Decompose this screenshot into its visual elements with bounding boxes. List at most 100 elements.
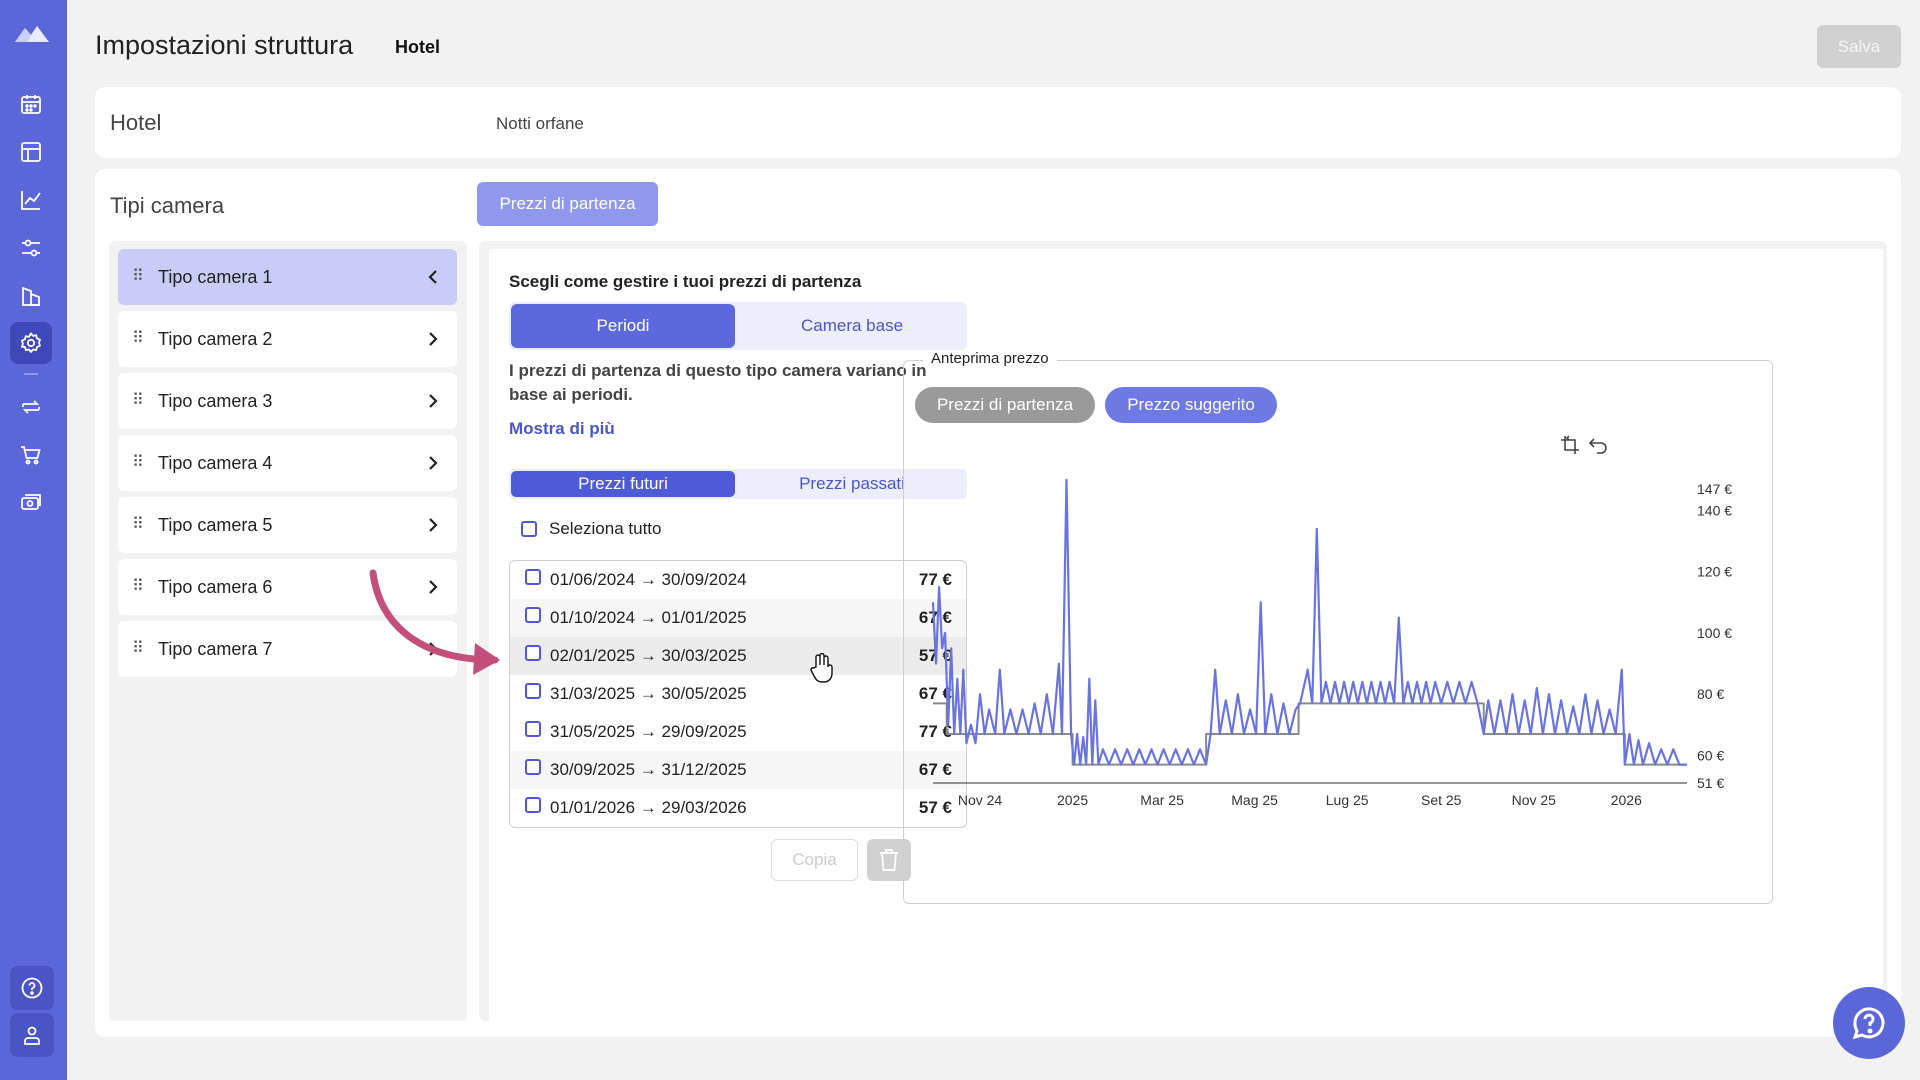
room-type-item[interactable]: ⠿ Tipo camera 4 (118, 435, 457, 491)
sync-arrows-icon[interactable] (10, 386, 52, 428)
hotel-card-title: Hotel (110, 110, 162, 135)
user-icon[interactable] (10, 1013, 54, 1057)
room-type-item[interactable]: ⠿ Tipo camera 1 (118, 249, 457, 305)
period-checkbox[interactable] (525, 683, 541, 699)
price-time-toggle: Prezzi futuri Prezzi passati (509, 469, 967, 499)
period-range: 01/01/2026 → 29/03/2026 (550, 798, 747, 817)
tab-base-prices[interactable]: Prezzi di partenza (477, 182, 658, 226)
room-type-item[interactable]: ⠿ Tipo camera 2 (118, 311, 457, 367)
chevron-right-icon (429, 332, 438, 346)
hotel-card: Hotel Notti orfane (95, 87, 1901, 158)
select-all-label: Seleziona tutto (549, 519, 662, 538)
y-tick-label: 147 € (1697, 481, 1732, 497)
room-type-label: Tipo camera 2 (158, 328, 273, 349)
analytics-icon[interactable] (10, 179, 52, 221)
page-subtitle: Hotel (395, 37, 440, 57)
period-row[interactable]: 31/05/2025 → 29/09/2025 77 € (510, 713, 966, 751)
y-tick-label: 120 € (1697, 564, 1732, 580)
room-type-label: Tipo camera 4 (158, 452, 273, 473)
buildings-icon[interactable] (10, 275, 52, 317)
logo-icon (15, 26, 49, 42)
room-type-label: Tipo camera 3 (158, 390, 273, 411)
copy-button[interactable]: Copia (771, 839, 858, 881)
room-type-item[interactable]: ⠿ Tipo camera 3 (118, 373, 457, 429)
x-tick-label: Mar 25 (1140, 792, 1184, 808)
future-prices-option[interactable]: Prezzi futuri (511, 471, 735, 497)
period-checkbox[interactable] (525, 569, 541, 585)
base-prices-content: Scegli come gestire i tuoi prezzi di par… (489, 249, 1883, 1021)
drag-handle-icon[interactable]: ⠿ (132, 455, 146, 471)
drag-handle-icon[interactable]: ⠿ (132, 579, 146, 595)
chevron-left-icon (428, 270, 437, 284)
chevron-right-icon (429, 518, 438, 532)
period-range: 31/03/2025 → 30/05/2025 (550, 684, 747, 703)
period-checkbox[interactable] (525, 797, 541, 813)
x-tick-label: 2025 (1057, 792, 1088, 808)
period-range: 01/06/2024 → 30/09/2024 (550, 570, 747, 589)
page-title: Impostazioni struttura (95, 30, 354, 60)
drag-handle-icon[interactable]: ⠿ (132, 331, 146, 347)
base-prices-series-toggle[interactable]: Prezzi di partenza (915, 387, 1095, 423)
periods-list: 01/06/2024 → 30/09/2024 77 € 01/10/2024 … (509, 560, 967, 828)
period-row[interactable]: 01/01/2026 → 29/03/2026 57 € (510, 789, 966, 827)
period-checkbox[interactable] (525, 721, 541, 737)
room-type-label: Tipo camera 5 (158, 514, 273, 535)
sliders-icon[interactable] (10, 227, 52, 269)
x-tick-label: Mag 25 (1231, 792, 1278, 808)
room-types-title: Tipi camera (110, 193, 225, 218)
chat-support-button[interactable] (1833, 987, 1905, 1059)
drag-handle-icon[interactable]: ⠿ (132, 393, 146, 409)
period-range: 01/10/2024 → 01/01/2025 (550, 608, 747, 627)
pricing-description: I prezzi di partenza di questo tipo came… (509, 361, 927, 404)
period-row[interactable]: 01/10/2024 → 01/01/2025 67 € (510, 599, 966, 637)
suggested-price-series-toggle[interactable]: Prezzo suggerito (1105, 387, 1277, 423)
room-type-label: Tipo camera 1 (158, 266, 273, 287)
period-row[interactable]: 30/09/2025 → 31/12/2025 67 € (510, 751, 966, 789)
annotation-arrow (369, 569, 500, 675)
undo-icon[interactable] (1587, 434, 1609, 456)
chevron-right-icon (429, 456, 438, 470)
x-tick-label: Lug 25 (1326, 792, 1369, 808)
chat-help-icon (1852, 1007, 1885, 1040)
zoom-crop-icon[interactable] (1559, 434, 1581, 456)
hand-cursor-icon (810, 653, 833, 683)
drag-handle-icon[interactable]: ⠿ (132, 269, 146, 285)
calendar-icon[interactable] (10, 83, 52, 125)
period-checkbox[interactable] (525, 645, 541, 661)
select-all-checkbox[interactable] (521, 521, 537, 537)
x-tick-label: Nov 24 (958, 792, 1003, 808)
drag-handle-icon[interactable]: ⠿ (132, 517, 146, 533)
x-tick-label: Set 25 (1421, 792, 1462, 808)
x-tick-label: 2026 (1611, 792, 1642, 808)
y-tick-label: 51 € (1697, 775, 1724, 791)
select-all[interactable]: Seleziona tutto (509, 519, 661, 539)
chevron-right-icon (429, 394, 438, 408)
y-tick-label: 80 € (1697, 686, 1724, 702)
show-more-link[interactable]: Mostra di più (509, 419, 615, 439)
period-row[interactable]: 31/03/2025 → 30/05/2025 67 € (510, 675, 966, 713)
period-row[interactable]: 02/01/2025 → 30/03/2025 57 € (510, 637, 966, 675)
cart-icon[interactable] (10, 434, 52, 476)
camera-money-icon[interactable] (10, 482, 52, 524)
help-icon[interactable] (10, 966, 54, 1010)
layout-icon[interactable] (10, 131, 52, 173)
save-button[interactable]: Salva (1817, 25, 1901, 68)
pricing-heading: Scegli come gestire i tuoi prezzi di par… (509, 272, 862, 291)
price-preview-chart: Nov 24 2025 Mar 25 Mag 25 Lug 25 Set 25 Nov 25… (931, 478, 1732, 808)
mode-periods-option[interactable]: Periodi (511, 304, 735, 348)
mode-base-room-option[interactable]: Camera base (739, 304, 965, 348)
period-checkbox[interactable] (525, 759, 541, 775)
room-type-item[interactable]: ⠿ Tipo camera 5 (118, 497, 457, 553)
y-tick-label: 60 € (1697, 747, 1724, 763)
y-tick-label: 140 € (1697, 502, 1732, 518)
period-row[interactable]: 01/06/2024 → 30/09/2024 77 € (510, 561, 966, 599)
chart-toolbar (1559, 434, 1609, 456)
base-prices-panel: Scegli come gestire i tuoi prezzi di par… (479, 241, 1887, 1021)
drag-handle-icon[interactable]: ⠿ (132, 641, 146, 657)
period-checkbox[interactable] (525, 607, 541, 623)
pricing-mode-toggle: Periodi Camera base (509, 302, 967, 350)
y-tick-label: 100 € (1697, 625, 1732, 641)
settings-gear-icon[interactable] (10, 322, 52, 364)
tab-orphan-nights[interactable]: Notti orfane (496, 114, 584, 134)
price-preview-title: Anteprima prezzo (923, 350, 1057, 367)
